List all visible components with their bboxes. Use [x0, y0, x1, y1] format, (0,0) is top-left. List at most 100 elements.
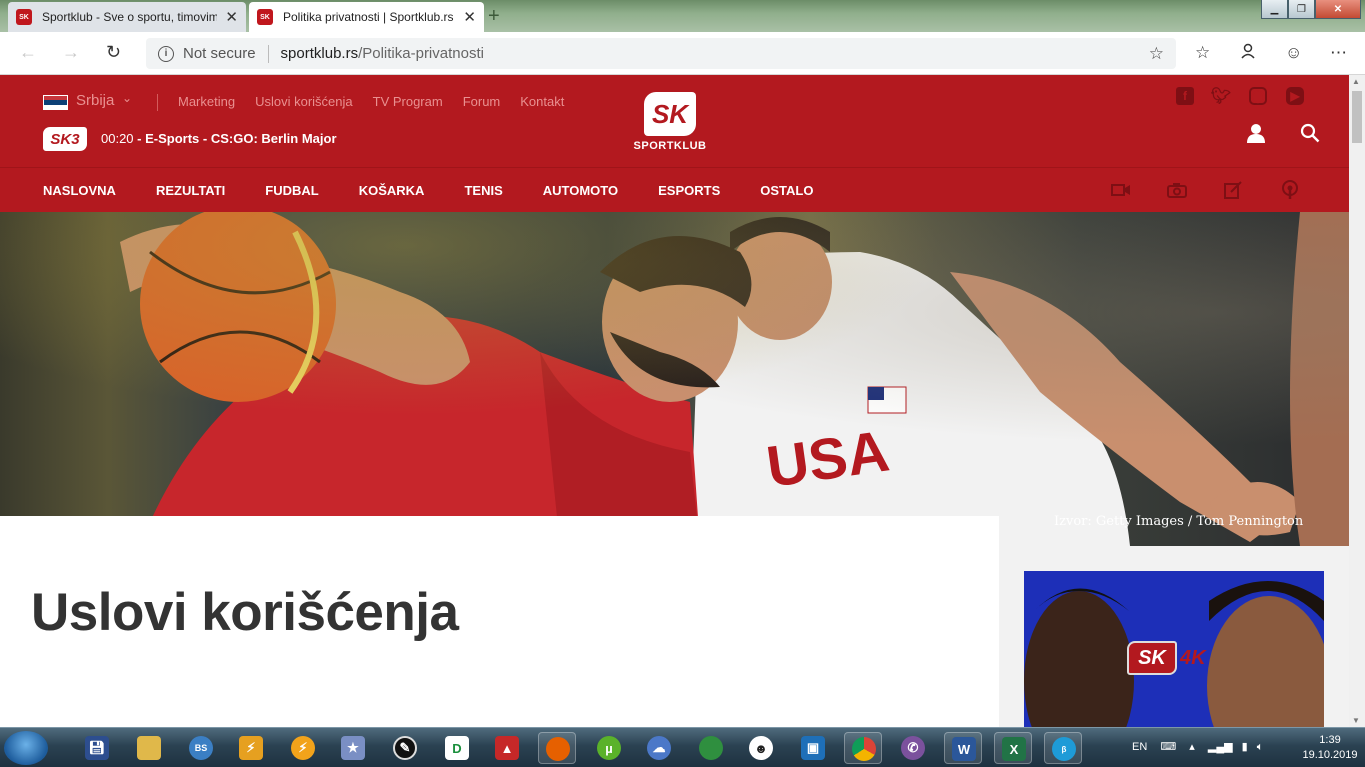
menu-tenis[interactable]: TENIS — [464, 183, 502, 198]
window-controls: ▁ ❐ ✕ — [1261, 0, 1361, 19]
tray-expand-icon[interactable]: ▴ — [1189, 741, 1195, 753]
now-playing[interactable]: 00:20 - E-Sports - CS:GO: Berlin Major — [101, 131, 337, 146]
taskbar-app[interactable]: X — [994, 732, 1032, 764]
maximize-button[interactable]: ❐ — [1288, 0, 1315, 19]
favorite-star-icon[interactable]: ☆ — [1149, 44, 1164, 64]
logo-wordmark: SPORTKLUB — [633, 140, 707, 152]
serbia-flag-icon[interactable] — [43, 95, 68, 110]
scroll-up-icon[interactable]: ▲ — [1352, 77, 1360, 86]
taskbar-app[interactable]: ☻ — [742, 732, 780, 764]
security-label: Not secure — [183, 45, 256, 62]
taskbar-app[interactable]: β — [1044, 732, 1082, 764]
menu-esports[interactable]: ESPORTS — [658, 183, 720, 198]
taskbar-app[interactable]: ★ — [334, 732, 372, 764]
taskbar-app[interactable] — [130, 732, 168, 764]
back-icon[interactable]: ← — [19, 42, 37, 63]
sk4k-advertisement[interactable]: SK 4K — [1024, 571, 1324, 727]
content-card: Uslovi korišćenja — [0, 516, 999, 727]
close-tab-icon[interactable]: ✕ — [225, 8, 238, 26]
taskbar-app[interactable] — [538, 732, 576, 764]
taskbar-app[interactable]: ✆ — [894, 732, 932, 764]
instagram-icon[interactable]: ◯ — [1249, 87, 1267, 105]
favorites-list-icon[interactable]: ☆ — [1195, 43, 1210, 63]
taskbar-app[interactable]: D — [438, 732, 476, 764]
floppy-app-icon: 💾︎ — [85, 736, 109, 760]
taskbar-app[interactable]: 💾︎ — [78, 732, 116, 764]
user-icon[interactable] — [1246, 123, 1266, 149]
windows-taskbar: 💾︎ BS ⚡︎ ⚡︎ ★ ✎ D ▲ µ ☁︎ ☻ ▣ ✆ W X β EN … — [0, 727, 1365, 767]
bolt-app-icon: ⚡︎ — [291, 736, 315, 760]
sk3-channel-badge[interactable]: SK3 — [43, 127, 87, 151]
video-icon[interactable] — [1111, 180, 1131, 200]
minimize-button[interactable]: ▁ — [1261, 0, 1288, 19]
divider — [267, 44, 269, 63]
top-link-tv-program[interactable]: TV Program — [373, 94, 443, 109]
now-playing-text: - E-Sports - CS:GO: Berlin Major — [137, 131, 337, 146]
camera-icon[interactable] — [1167, 180, 1187, 200]
refresh-icon[interactable]: ↻ — [106, 42, 121, 63]
close-tab-icon[interactable]: ✕ — [463, 8, 476, 26]
country-selector[interactable]: Srbija — [76, 92, 114, 109]
top-links: Marketing Uslovi korišćenja TV Program F… — [178, 94, 564, 109]
edit-icon[interactable] — [1223, 180, 1243, 200]
clock[interactable]: 1:39 19.10.2019 — [1300, 733, 1360, 763]
taskbar-app[interactable] — [692, 732, 730, 764]
keyboard-icon[interactable]: ⌨ — [1160, 741, 1176, 753]
viber-icon: ✆ — [901, 736, 925, 760]
profile-icon[interactable] — [1241, 43, 1255, 64]
address-bar[interactable]: i Not secure sportklub.rs /Politika-priv… — [146, 38, 1176, 69]
forward-icon[interactable]: → — [62, 42, 80, 63]
language-indicator[interactable]: EN — [1132, 741, 1147, 753]
new-tab-icon[interactable]: + — [488, 5, 500, 28]
menu-rezultati[interactable]: REZULTATI — [156, 183, 225, 198]
taskbar-app[interactable]: W — [944, 732, 982, 764]
facebook-icon[interactable]: f — [1176, 87, 1194, 105]
emoji-feedback-icon[interactable]: ☺ — [1285, 43, 1302, 63]
browser-tab[interactable]: SK Sportklub - Sve o sportu, timovim ✕ — [8, 2, 246, 32]
menu-fudbal[interactable]: FUDBAL — [265, 183, 318, 198]
network-icon[interactable]: ▂▄▆ — [1208, 741, 1233, 753]
twitter-icon[interactable]: 🐦︎ — [1211, 87, 1231, 105]
ad-4k-label: 4K — [1180, 647, 1206, 669]
top-link-forum[interactable]: Forum — [463, 94, 501, 109]
menu-automoto[interactable]: AUTOMOTO — [543, 183, 618, 198]
battery-icon[interactable]: ▮ — [1242, 741, 1248, 753]
close-window-button[interactable]: ✕ — [1315, 0, 1361, 19]
top-link-marketing[interactable]: Marketing — [178, 94, 235, 109]
taskbar-app[interactable]: ☁︎ — [640, 732, 678, 764]
taskbar-app[interactable]: ▲ — [488, 732, 526, 764]
taskbar-app[interactable]: ▣ — [794, 732, 832, 764]
sportklub-logo[interactable]: SK SPORTKLUB — [624, 92, 716, 154]
more-menu-icon[interactable]: ⋯ — [1330, 43, 1347, 63]
scroll-down-icon[interactable]: ▼ — [1352, 716, 1360, 725]
acrobat-icon: ▲ — [495, 736, 519, 760]
sportklub-favicon: SK — [16, 9, 32, 25]
menu-ostalo[interactable]: OSTALO — [760, 183, 813, 198]
page-scrollbar[interactable]: ▲ ▼ — [1349, 75, 1365, 727]
search-icon[interactable] — [1300, 123, 1320, 149]
top-link-uslovi[interactable]: Uslovi korišćenja — [255, 94, 353, 109]
taskbar-app[interactable] — [844, 732, 882, 764]
podcast-icon[interactable] — [1280, 180, 1300, 200]
menu-naslovna[interactable]: NASLOVNA — [43, 183, 116, 198]
browser-toolbar: ← → ↻ i Not secure sportklub.rs /Politik… — [0, 32, 1365, 75]
taskbar-app[interactable]: ✎ — [386, 732, 424, 764]
scroll-thumb[interactable] — [1352, 91, 1362, 143]
tab-title: Sportklub - Sve o sportu, timovim — [42, 10, 218, 24]
hero-image: USA — [0, 212, 1349, 546]
taskbar-app[interactable]: ⚡︎ — [232, 732, 270, 764]
sk-ad-badge: SK — [1127, 641, 1177, 675]
top-link-kontakt[interactable]: Kontakt — [520, 94, 564, 109]
taskbar-app[interactable]: ⚡︎ — [284, 732, 322, 764]
taskbar-app[interactable]: BS — [182, 732, 220, 764]
volume-icon[interactable]: 🔈︎ — [1257, 741, 1264, 753]
taskbar-app[interactable]: µ — [590, 732, 628, 764]
system-tray: EN ⌨ ▴ ▂▄▆ ▮ 🔈︎ — [1132, 740, 1263, 754]
start-button[interactable] — [4, 731, 48, 765]
youtube-icon[interactable]: ▶ — [1286, 87, 1304, 105]
info-icon[interactable]: i — [158, 45, 174, 62]
chevron-down-icon[interactable]: ⌄ — [122, 91, 132, 105]
browser-tab-active[interactable]: SK Politika privatnosti | Sportklub.rs ✕ — [249, 2, 484, 32]
menu-kosarka[interactable]: KOŠARKA — [359, 183, 425, 198]
mascot-app-icon: ★ — [341, 736, 365, 760]
